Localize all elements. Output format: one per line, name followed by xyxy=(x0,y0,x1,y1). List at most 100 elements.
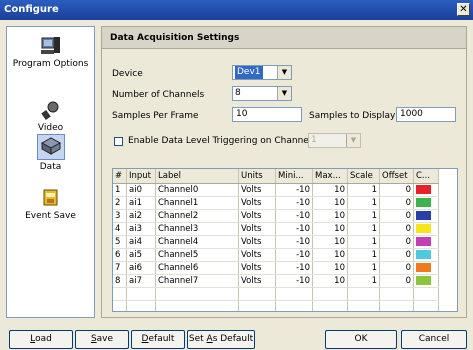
cell-minimum[interactable]: -10 xyxy=(275,222,313,236)
cell-minimum[interactable]: -10 xyxy=(275,261,313,275)
sidebar-item-data[interactable]: Data xyxy=(7,134,94,172)
cell-scale[interactable]: 1 xyxy=(347,274,380,288)
cell-scale[interactable]: 1 xyxy=(347,235,380,249)
set-as-default-button[interactable]: Set As Default xyxy=(187,330,255,349)
cell-units[interactable]: Volts xyxy=(238,196,276,210)
cell-label[interactable]: Channel2 xyxy=(155,209,239,223)
cell-scale[interactable]: 1 xyxy=(347,209,380,223)
cell-offset[interactable]: 0 xyxy=(379,183,414,197)
col-header-number[interactable]: # xyxy=(113,169,127,184)
cell-minimum[interactable]: -10 xyxy=(275,196,313,210)
color-swatch[interactable] xyxy=(416,198,431,207)
cell-scale[interactable]: 1 xyxy=(347,183,380,197)
cell-label[interactable]: Channel4 xyxy=(155,235,239,249)
cell-color[interactable] xyxy=(413,222,439,236)
color-swatch[interactable] xyxy=(416,211,431,220)
cell-input[interactable]: ai2 xyxy=(126,209,156,223)
cell-offset[interactable]: 0 xyxy=(379,248,414,262)
sidebar-item-program-options[interactable]: Program Options xyxy=(7,35,94,69)
cell-minimum[interactable]: -10 xyxy=(275,235,313,249)
cell-offset[interactable]: 0 xyxy=(379,274,414,288)
cell-color[interactable] xyxy=(413,196,439,210)
cancel-button[interactable]: Cancel xyxy=(401,330,467,349)
chevron-down-icon[interactable]: ▼ xyxy=(277,87,291,100)
table-row[interactable]: 8 ai7 Channel7 Volts -10 10 1 0 xyxy=(113,274,439,288)
sidebar-item-video[interactable]: Video xyxy=(7,99,94,133)
cell-label[interactable]: Channel6 xyxy=(155,261,239,275)
table-row[interactable]: 5 ai4 Channel4 Volts -10 10 1 0 xyxy=(113,235,439,249)
cell-maximum[interactable]: 10 xyxy=(312,261,348,275)
close-button[interactable]: ✕ xyxy=(457,3,470,16)
col-header-input[interactable]: Input xyxy=(126,169,156,184)
cell-units[interactable]: Volts xyxy=(238,248,276,262)
default-button[interactable]: Default xyxy=(131,330,185,349)
cell-offset[interactable]: 0 xyxy=(379,222,414,236)
cell-color[interactable] xyxy=(413,209,439,223)
col-header-maximum[interactable]: Max... xyxy=(312,169,348,184)
trigger-checkbox[interactable] xyxy=(114,137,123,146)
table-row[interactable]: 1 ai0 Channel0 Volts -10 10 1 0 xyxy=(113,183,439,197)
cell-input[interactable]: ai5 xyxy=(126,248,156,262)
cell-input[interactable]: ai4 xyxy=(126,235,156,249)
cell-color[interactable] xyxy=(413,248,439,262)
cell-minimum[interactable]: -10 xyxy=(275,183,313,197)
cell-maximum[interactable]: 10 xyxy=(312,183,348,197)
cell-label[interactable]: Channel3 xyxy=(155,222,239,236)
color-swatch[interactable] xyxy=(416,263,431,272)
cell-units[interactable]: Volts xyxy=(238,183,276,197)
color-swatch[interactable] xyxy=(416,237,431,246)
cell-number[interactable]: 4 xyxy=(113,222,127,236)
cell-offset[interactable]: 0 xyxy=(379,261,414,275)
channels-select[interactable]: 8 ▼ xyxy=(232,86,292,101)
cell-maximum[interactable]: 10 xyxy=(312,222,348,236)
cell-number[interactable]: 6 xyxy=(113,248,127,262)
samples-to-display-input[interactable]: 1000 xyxy=(396,107,456,122)
load-button[interactable]: Load xyxy=(9,330,73,349)
cell-label[interactable]: Channel1 xyxy=(155,196,239,210)
cell-number[interactable]: 7 xyxy=(113,261,127,275)
cell-number[interactable]: 8 xyxy=(113,274,127,288)
trigger-channel-select[interactable]: 1 ▼ xyxy=(308,133,361,148)
cell-units[interactable]: Volts xyxy=(238,209,276,223)
table-row[interactable]: 4 ai3 Channel3 Volts -10 10 1 0 xyxy=(113,222,439,236)
cell-input[interactable]: ai6 xyxy=(126,261,156,275)
table-row[interactable]: 6 ai5 Channel5 Volts -10 10 1 0 xyxy=(113,248,439,262)
cell-input[interactable]: ai3 xyxy=(126,222,156,236)
cell-label[interactable]: Channel0 xyxy=(155,183,239,197)
save-button[interactable]: Save xyxy=(75,330,129,349)
cell-number[interactable]: 2 xyxy=(113,196,127,210)
cell-number[interactable]: 5 xyxy=(113,235,127,249)
cell-offset[interactable]: 0 xyxy=(379,235,414,249)
col-header-color[interactable]: C... xyxy=(413,169,439,184)
cell-units[interactable]: Volts xyxy=(238,222,276,236)
cell-units[interactable]: Volts xyxy=(238,274,276,288)
cell-color[interactable] xyxy=(413,261,439,275)
sidebar-item-event-save[interactable]: Event Save xyxy=(7,187,94,221)
cell-offset[interactable]: 0 xyxy=(379,196,414,210)
cell-input[interactable]: ai1 xyxy=(126,196,156,210)
col-header-minimum[interactable]: Mini... xyxy=(275,169,313,184)
cell-color[interactable] xyxy=(413,183,439,197)
cell-scale[interactable]: 1 xyxy=(347,196,380,210)
col-header-label[interactable]: Label xyxy=(155,169,239,184)
cell-scale[interactable]: 1 xyxy=(347,261,380,275)
cell-number[interactable]: 3 xyxy=(113,209,127,223)
cell-maximum[interactable]: 10 xyxy=(312,274,348,288)
cell-units[interactable]: Volts xyxy=(238,261,276,275)
color-swatch[interactable] xyxy=(416,276,431,285)
cell-label[interactable]: Channel5 xyxy=(155,248,239,262)
cell-label[interactable]: Channel7 xyxy=(155,274,239,288)
cell-scale[interactable]: 1 xyxy=(347,222,380,236)
cell-number[interactable]: 1 xyxy=(113,183,127,197)
cell-minimum[interactable]: -10 xyxy=(275,274,313,288)
cell-offset[interactable]: 0 xyxy=(379,209,414,223)
cell-input[interactable]: ai0 xyxy=(126,183,156,197)
cell-maximum[interactable]: 10 xyxy=(312,209,348,223)
chevron-down-icon[interactable]: ▼ xyxy=(277,66,291,79)
col-header-units[interactable]: Units xyxy=(238,169,276,184)
color-swatch[interactable] xyxy=(416,250,431,259)
device-select[interactable]: Dev1 ▼ xyxy=(232,65,292,80)
samples-per-frame-input[interactable]: 10 xyxy=(232,107,302,122)
cell-maximum[interactable]: 10 xyxy=(312,248,348,262)
cell-minimum[interactable]: -10 xyxy=(275,248,313,262)
